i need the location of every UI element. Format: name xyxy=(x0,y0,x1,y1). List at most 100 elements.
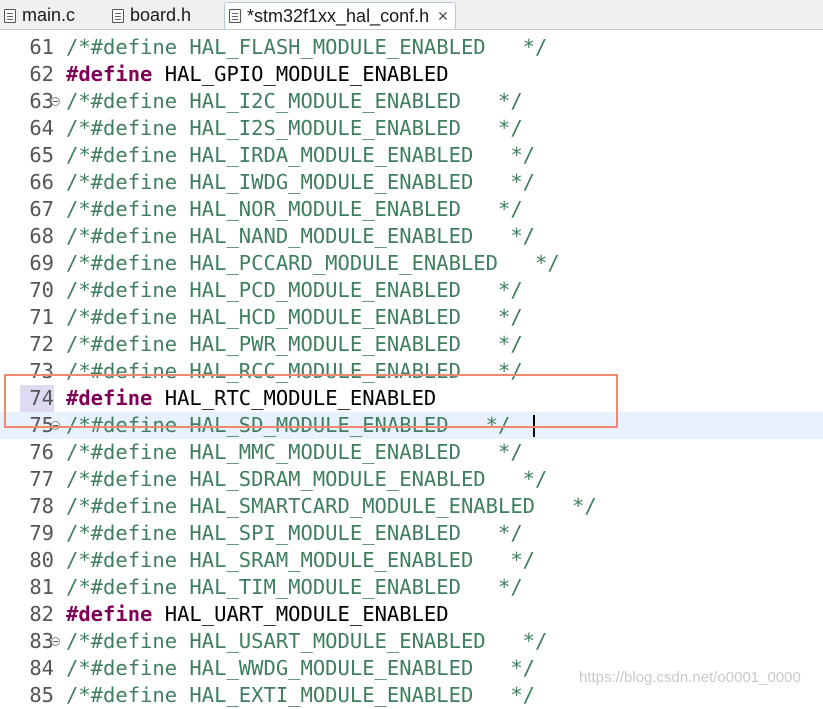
fold-collapse-icon[interactable] xyxy=(51,421,60,430)
line-number: 75 xyxy=(29,413,54,437)
comment-text: /*#define HAL_SDRAM_MODULE_ENABLED */ xyxy=(66,467,548,491)
code-text: #define HAL_RTC_MODULE_ENABLED xyxy=(66,385,436,412)
code-text: /*#define HAL_IRDA_MODULE_ENABLED */ xyxy=(66,142,535,169)
comment-text: /*#define HAL_WWDG_MODULE_ENABLED */ xyxy=(66,656,535,680)
line-number: 82 xyxy=(29,602,54,626)
code-line[interactable]: 75 /*#define HAL_SD_MODULE_ENABLED */ xyxy=(0,412,823,439)
code-text: /*#define HAL_MMC_MODULE_ENABLED */ xyxy=(66,439,523,466)
line-number: 64 xyxy=(29,116,54,140)
line-number: 67 xyxy=(29,197,54,221)
code-text: #define HAL_GPIO_MODULE_ENABLED xyxy=(66,61,449,88)
code-line[interactable]: 65 /*#define HAL_IRDA_MODULE_ENABLED */ xyxy=(0,142,823,169)
code-line[interactable]: 68 /*#define HAL_NAND_MODULE_ENABLED */ xyxy=(0,223,823,250)
code-line[interactable]: 74 #define HAL_RTC_MODULE_ENABLED xyxy=(0,385,823,412)
code-line[interactable]: 73 /*#define HAL_RCC_MODULE_ENABLED */ xyxy=(0,358,823,385)
comment-text: /*#define HAL_PCD_MODULE_ENABLED */ xyxy=(66,278,523,302)
tab-label: main.c xyxy=(22,5,76,25)
code-text: /*#define HAL_SPI_MODULE_ENABLED */ xyxy=(66,520,523,547)
preprocessor-keyword: #define xyxy=(66,62,153,86)
code-line[interactable]: 66 /*#define HAL_IWDG_MODULE_ENABLED */ xyxy=(0,169,823,196)
comment-text: /*#define HAL_SPI_MODULE_ENABLED */ xyxy=(66,521,523,545)
line-number: 81 xyxy=(29,575,54,599)
comment-text: /*#define HAL_EXTI_MODULE_ENABLED */ xyxy=(66,683,535,707)
comment-text: /*#define HAL_MMC_MODULE_ENABLED */ xyxy=(66,440,523,464)
line-number: 61 xyxy=(29,35,54,59)
code-line[interactable]: 67 /*#define HAL_NOR_MODULE_ENABLED */ xyxy=(0,196,823,223)
code-line[interactable]: 79 /*#define HAL_SPI_MODULE_ENABLED */ xyxy=(0,520,823,547)
comment-text: /*#define HAL_IRDA_MODULE_ENABLED */ xyxy=(66,143,535,167)
code-line[interactable]: 62 #define HAL_GPIO_MODULE_ENABLED xyxy=(0,61,823,88)
comment-text: /*#define HAL_HCD_MODULE_ENABLED */ xyxy=(66,305,523,329)
code-text: #define HAL_UART_MODULE_ENABLED xyxy=(66,601,449,628)
code-line[interactable]: 76 /*#define HAL_MMC_MODULE_ENABLED */ xyxy=(0,439,823,466)
fold-collapse-icon[interactable] xyxy=(51,637,60,646)
code-line[interactable]: 71 /*#define HAL_HCD_MODULE_ENABLED */ xyxy=(0,304,823,331)
close-icon[interactable]: ✕ xyxy=(437,8,449,25)
line-number: 84 xyxy=(29,656,54,680)
code-text: /*#define HAL_I2S_MODULE_ENABLED */ xyxy=(66,115,523,142)
line-number: 79 xyxy=(29,521,54,545)
code-text: /*#define HAL_TIM_MODULE_ENABLED */ xyxy=(66,574,523,601)
tab-stm32f1xx-hal-conf-h[interactable]: *stm32f1xx_hal_conf.h ✕ xyxy=(224,2,456,29)
code-line[interactable]: 77 /*#define HAL_SDRAM_MODULE_ENABLED */ xyxy=(0,466,823,493)
tab-main-c[interactable]: main.c xyxy=(4,2,75,29)
comment-text: /*#define HAL_SRAM_MODULE_ENABLED */ xyxy=(66,548,535,572)
code-text: /*#define HAL_RCC_MODULE_ENABLED */ xyxy=(66,358,523,385)
tab-board-h[interactable]: board.h xyxy=(112,2,191,29)
code-text: /*#define HAL_PWR_MODULE_ENABLED */ xyxy=(66,331,523,358)
tab-label: *stm32f1xx_hal_conf.h xyxy=(247,5,430,26)
line-number: 76 xyxy=(29,440,54,464)
code-line[interactable]: 81 /*#define HAL_TIM_MODULE_ENABLED */ xyxy=(0,574,823,601)
line-number: 83 xyxy=(29,629,54,653)
line-number: 85 xyxy=(29,683,54,707)
code-line[interactable]: 63 /*#define HAL_I2C_MODULE_ENABLED */ xyxy=(0,88,823,115)
line-number: 69 xyxy=(29,251,54,275)
comment-text: /*#define HAL_PCCARD_MODULE_ENABLED */ xyxy=(66,251,560,275)
code-editor[interactable]: 61/*#define HAL_FLASH_MODULE_ENABLED */6… xyxy=(0,34,823,707)
code-text: /*#define HAL_SMARTCARD_MODULE_ENABLED *… xyxy=(66,493,597,520)
line-number: 73 xyxy=(29,359,54,383)
code-line[interactable]: 85 /*#define HAL_EXTI_MODULE_ENABLED */ xyxy=(0,682,823,709)
code-line[interactable]: 69 /*#define HAL_PCCARD_MODULE_ENABLED */ xyxy=(0,250,823,277)
comment-text: /*#define HAL_USART_MODULE_ENABLED */ xyxy=(66,629,548,653)
code-line[interactable]: 78 /*#define HAL_SMARTCARD_MODULE_ENABLED… xyxy=(0,493,823,520)
comment-text: /*#define HAL_TIM_MODULE_ENABLED */ xyxy=(66,575,523,599)
preprocessor-keyword: #define xyxy=(66,386,153,410)
code-text: /*#define HAL_NOR_MODULE_ENABLED */ xyxy=(66,196,523,223)
code-line[interactable]: 64 /*#define HAL_I2S_MODULE_ENABLED */ xyxy=(0,115,823,142)
code-text: /*#define HAL_FLASH_MODULE_ENABLED */ xyxy=(66,34,547,61)
comment-text: /*#define HAL_NAND_MODULE_ENABLED */ xyxy=(66,224,535,248)
comment-text: /*#define HAL_IWDG_MODULE_ENABLED */ xyxy=(66,170,535,194)
fold-collapse-icon[interactable] xyxy=(51,97,60,106)
code-text: /*#define HAL_SD_MODULE_ENABLED */ xyxy=(66,412,510,439)
code-line[interactable]: 82 #define HAL_UART_MODULE_ENABLED xyxy=(0,601,823,628)
code-text: /*#define HAL_IWDG_MODULE_ENABLED */ xyxy=(66,169,535,196)
editor-tab-bar: main.c board.h *stm32f1xx_hal_conf.h ✕ xyxy=(0,0,823,30)
code-line[interactable]: 72 /*#define HAL_PWR_MODULE_ENABLED */ xyxy=(0,331,823,358)
watermark: https://blog.csdn.net/o0001_0000 xyxy=(579,669,801,686)
code-line[interactable]: 61 /*#define HAL_FLASH_MODULE_ENABLED */ xyxy=(0,34,823,61)
line-number: 74 xyxy=(20,385,54,412)
preprocessor-keyword: #define xyxy=(66,602,153,626)
line-number: 68 xyxy=(29,224,54,248)
comment-text: /*#define HAL_RCC_MODULE_ENABLED */ xyxy=(66,359,523,383)
line-number: 77 xyxy=(29,467,54,491)
macro-name: HAL_GPIO_MODULE_ENABLED xyxy=(152,62,449,86)
code-line[interactable]: 70 /*#define HAL_PCD_MODULE_ENABLED */ xyxy=(0,277,823,304)
tab-label: board.h xyxy=(130,5,192,25)
code-text: /*#define HAL_HCD_MODULE_ENABLED */ xyxy=(66,304,523,331)
code-line[interactable]: 83 /*#define HAL_USART_MODULE_ENABLED */ xyxy=(0,628,823,655)
code-line[interactable]: 80 /*#define HAL_SRAM_MODULE_ENABLED */ xyxy=(0,547,823,574)
code-text: /*#define HAL_SDRAM_MODULE_ENABLED */ xyxy=(66,466,547,493)
comment-text: /*#define HAL_SMARTCARD_MODULE_ENABLED *… xyxy=(66,494,597,518)
line-number: 71 xyxy=(29,305,54,329)
h-file-icon xyxy=(112,8,124,23)
code-text: /*#define HAL_NAND_MODULE_ENABLED */ xyxy=(66,223,535,250)
line-number: 65 xyxy=(29,143,54,167)
comment-text: /*#define HAL_I2S_MODULE_ENABLED */ xyxy=(66,116,523,140)
comment-text: /*#define HAL_NOR_MODULE_ENABLED */ xyxy=(66,197,523,221)
comment-text: /*#define HAL_SD_MODULE_ENABLED */ xyxy=(66,413,511,437)
line-number: 70 xyxy=(29,278,54,302)
comment-text: /*#define HAL_FLASH_MODULE_ENABLED */ xyxy=(66,35,548,59)
c-file-icon xyxy=(4,8,16,23)
